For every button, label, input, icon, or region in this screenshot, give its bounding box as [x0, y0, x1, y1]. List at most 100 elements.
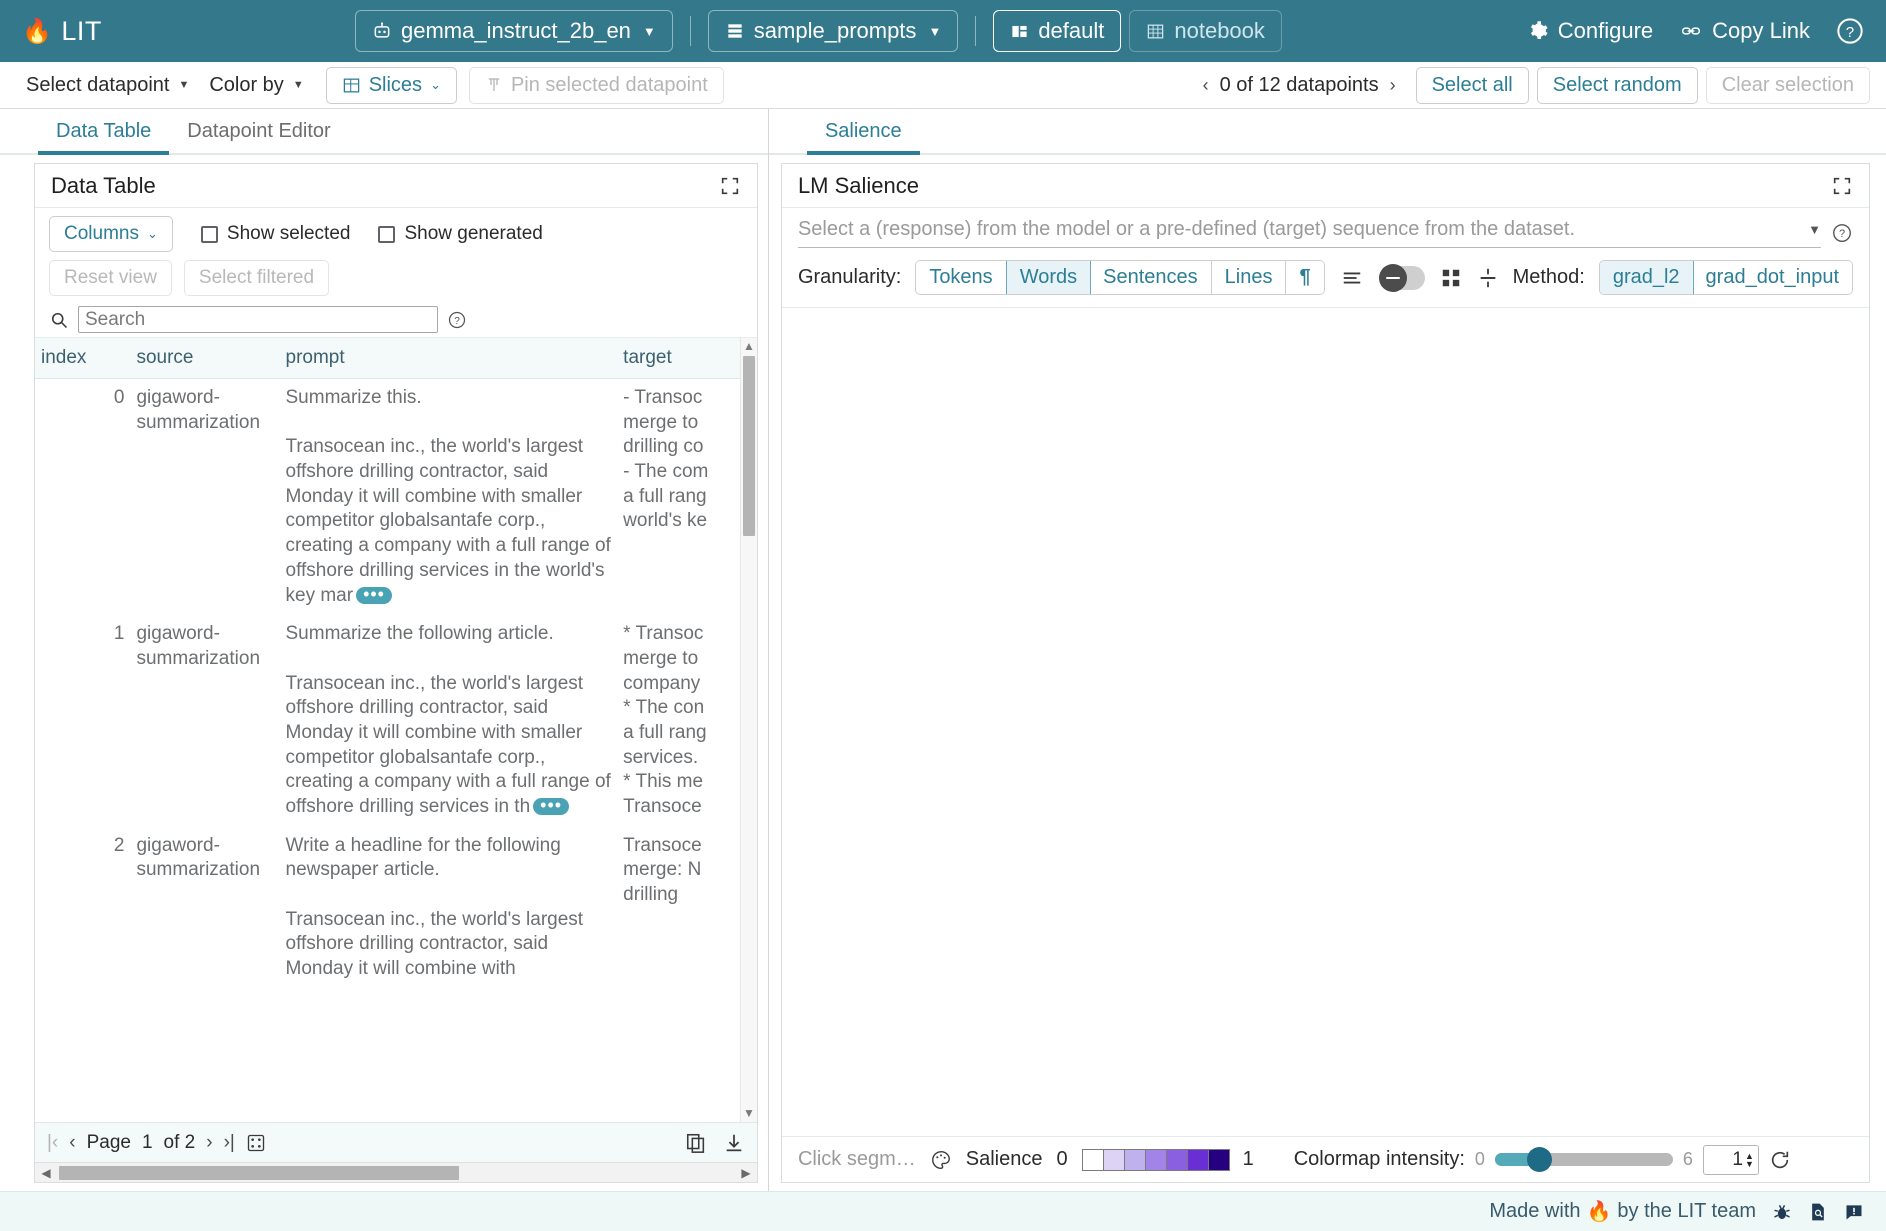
granularity-option-paragraph[interactable]: ¶ — [1286, 261, 1323, 294]
expand-text-pill[interactable]: ••• — [533, 798, 569, 815]
expand-icon[interactable] — [1831, 175, 1853, 197]
layout-group: default notebook — [993, 10, 1282, 52]
salience-colormap-legend — [1082, 1149, 1229, 1171]
column-header-source[interactable]: source — [130, 338, 279, 379]
documentation-icon[interactable] — [1808, 1202, 1828, 1222]
data-table-header: Data Table — [35, 164, 757, 208]
scroll-up-arrow[interactable]: ▲ — [741, 338, 757, 355]
show-generated-checkbox[interactable] — [378, 226, 395, 243]
sequence-select[interactable]: Select a (response) from the model or a … — [798, 218, 1821, 248]
granularity-option-tokens[interactable]: Tokens — [916, 261, 1006, 294]
colormap-intensity-input[interactable]: 1 ▲▼ — [1703, 1145, 1759, 1175]
data-table-scroll[interactable]: index source prompt target 0 gigaword-su… — [35, 337, 757, 1122]
grid-icon[interactable] — [1439, 267, 1463, 289]
flame-icon: 🔥 — [1587, 1199, 1612, 1224]
table-row[interactable]: 2 gigaword-summarization Write a headlin… — [35, 827, 757, 989]
tab-datapoint-editor[interactable]: Datapoint Editor — [169, 120, 348, 153]
salience-canvas[interactable] — [782, 308, 1869, 1136]
reset-icon[interactable] — [1769, 1149, 1791, 1171]
column-header-prompt[interactable]: prompt — [280, 338, 618, 379]
method-option-grad-dot-input[interactable]: grad_dot_input — [1693, 261, 1852, 294]
cell-prompt: Summarize this. Transocean inc., the wor… — [280, 379, 618, 616]
layout-icon — [1010, 22, 1029, 41]
download-icon[interactable] — [723, 1132, 745, 1154]
column-header-target[interactable]: target — [617, 338, 757, 379]
pin-datapoint-button[interactable]: Pin selected datapoint — [469, 67, 724, 104]
configure-button[interactable]: Configure — [1527, 18, 1653, 44]
display-density-toggle[interactable] — [1379, 266, 1425, 290]
legend-max: 1 — [1243, 1148, 1254, 1171]
legend-min: 0 — [1056, 1148, 1067, 1171]
select-datapoint-dropdown[interactable]: Select datapoint ▼ — [16, 70, 199, 101]
clear-selection-button[interactable]: Clear selection — [1706, 67, 1870, 104]
copy-icon[interactable] — [685, 1132, 707, 1154]
prev-datapoint-arrow[interactable]: ‹ — [1203, 75, 1209, 96]
colormap-intensity-slider[interactable] — [1495, 1153, 1673, 1166]
hscroll-right-arrow[interactable]: ▶ — [737, 1163, 755, 1183]
svg-text:?: ? — [454, 315, 460, 326]
table-vertical-scrollbar[interactable]: ▲ ▼ — [740, 338, 757, 1122]
palette-icon[interactable] — [930, 1149, 952, 1171]
cell-source: gigaword-summarization — [130, 615, 279, 827]
last-page-icon[interactable]: ›| — [224, 1132, 235, 1154]
data-table-wrap: index source prompt target 0 gigaword-su… — [35, 337, 757, 1182]
tab-salience[interactable]: Salience — [807, 120, 920, 153]
prev-page-icon[interactable]: ‹ — [69, 1132, 75, 1154]
color-by-dropdown[interactable]: Color by ▼ — [199, 70, 313, 101]
cell-target: - Transoc merge to drilling co - The com… — [617, 379, 757, 616]
method-segmented-control: grad_l2 grad_dot_input — [1599, 260, 1853, 295]
granularity-option-words[interactable]: Words — [1006, 260, 1091, 295]
show-selected-checkbox[interactable] — [201, 226, 218, 243]
layout-notebook-button[interactable]: notebook — [1129, 10, 1282, 52]
dataset-selector[interactable]: sample_prompts ▼ — [708, 10, 959, 52]
random-page-icon[interactable] — [246, 1133, 266, 1153]
next-datapoint-arrow[interactable]: › — [1390, 75, 1396, 96]
table-horizontal-scrollbar[interactable]: ◀ ▶ — [35, 1162, 757, 1182]
next-page-icon[interactable]: › — [206, 1132, 212, 1154]
select-datapoint-label: Select datapoint — [26, 74, 169, 97]
expand-text-pill[interactable]: ••• — [356, 587, 392, 604]
cell-target: * Transoc merge to company * The con a f… — [617, 615, 757, 827]
table-row[interactable]: 1 gigaword-summarization Summarize the f… — [35, 615, 757, 827]
copy-link-button[interactable]: Copy Link — [1679, 18, 1810, 44]
search-input[interactable] — [78, 306, 438, 333]
columns-button[interactable]: Columns ⌄ — [49, 216, 173, 252]
cell-index: 0 — [35, 379, 130, 616]
granularity-option-lines[interactable]: Lines — [1212, 261, 1287, 294]
hscrollbar-thumb[interactable] — [59, 1166, 459, 1180]
dense-lines-icon[interactable] — [1339, 267, 1365, 289]
split-icon[interactable] — [1477, 267, 1499, 289]
column-header-index[interactable]: index — [35, 338, 130, 379]
show-generated-checkbox-wrap[interactable]: Show generated — [378, 223, 542, 245]
toggle-knob — [1379, 264, 1407, 292]
sequence-help-icon[interactable]: ? — [1831, 222, 1853, 244]
link-icon — [1679, 21, 1703, 41]
table-footer-actions — [685, 1132, 745, 1154]
layout-default-button[interactable]: default — [993, 10, 1121, 52]
scrollbar-thumb[interactable] — [743, 356, 755, 536]
select-random-button[interactable]: Select random — [1537, 67, 1698, 104]
select-filtered-button[interactable]: Select filtered — [184, 260, 329, 296]
feedback-icon[interactable] — [1844, 1202, 1864, 1222]
cell-target-text: - Transoc merge to drilling co - The com… — [623, 387, 708, 531]
search-help-icon[interactable]: ? — [447, 310, 467, 330]
cell-source-text: gigaword-summarization — [136, 623, 260, 669]
expand-icon[interactable] — [719, 175, 741, 197]
table-row[interactable]: 0 gigaword-summarization Summarize this.… — [35, 379, 757, 616]
first-page-icon[interactable]: |‹ — [47, 1132, 58, 1154]
help-button[interactable]: ? — [1836, 17, 1864, 45]
model-selector[interactable]: gemma_instruct_2b_en ▼ — [355, 10, 673, 52]
slices-button[interactable]: Slices ⌄ — [326, 67, 457, 104]
hscroll-left-arrow[interactable]: ◀ — [37, 1163, 55, 1183]
slider-knob[interactable] — [1527, 1147, 1552, 1172]
tab-data-table[interactable]: Data Table — [38, 120, 169, 153]
granularity-option-sentences[interactable]: Sentences — [1090, 261, 1212, 294]
select-all-button[interactable]: Select all — [1416, 67, 1529, 104]
show-selected-checkbox-wrap[interactable]: Show selected — [201, 223, 351, 245]
reset-view-button[interactable]: Reset view — [49, 260, 172, 296]
flame-icon: 🔥 — [22, 17, 52, 46]
method-option-grad-l2[interactable]: grad_l2 — [1599, 260, 1694, 295]
scroll-down-arrow[interactable]: ▼ — [741, 1105, 757, 1122]
spinner-arrows[interactable]: ▲▼ — [1745, 1152, 1754, 1168]
bug-report-icon[interactable] — [1772, 1202, 1792, 1222]
